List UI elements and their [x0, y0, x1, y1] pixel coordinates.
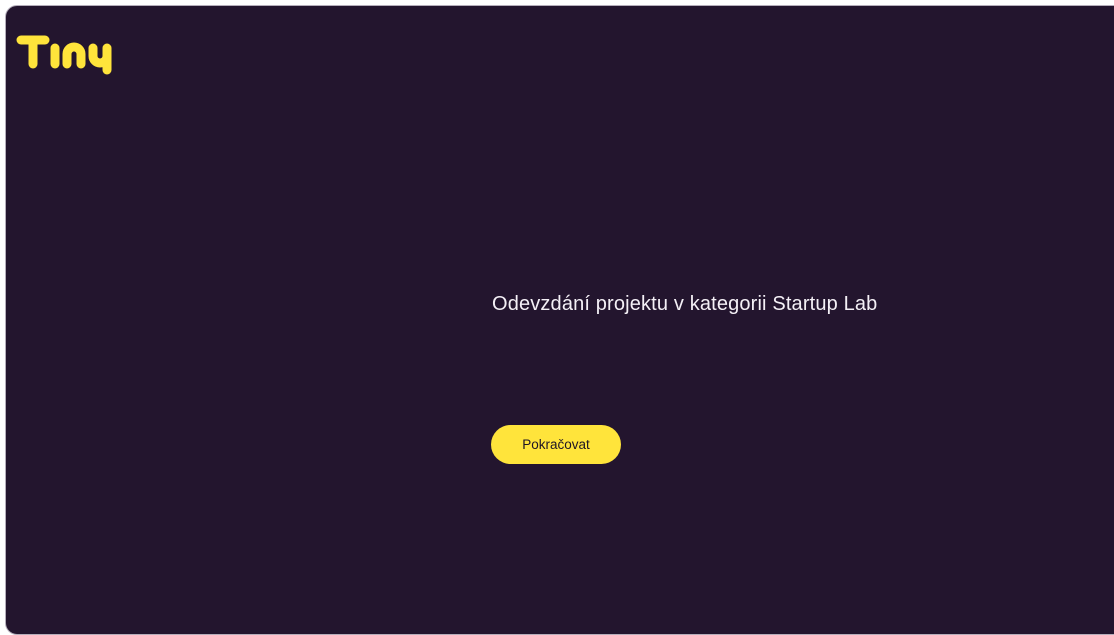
- page-title: Odevzdání projektu v kategorii Startup L…: [492, 293, 878, 315]
- tiny-logo-mark: [16, 35, 112, 75]
- app-window: Tiny Odevzdání projektu v kategorii Star…: [5, 5, 1114, 635]
- continue-button[interactable]: Pokračovat: [491, 425, 621, 464]
- tiny-logo: Tiny: [15, 28, 127, 84]
